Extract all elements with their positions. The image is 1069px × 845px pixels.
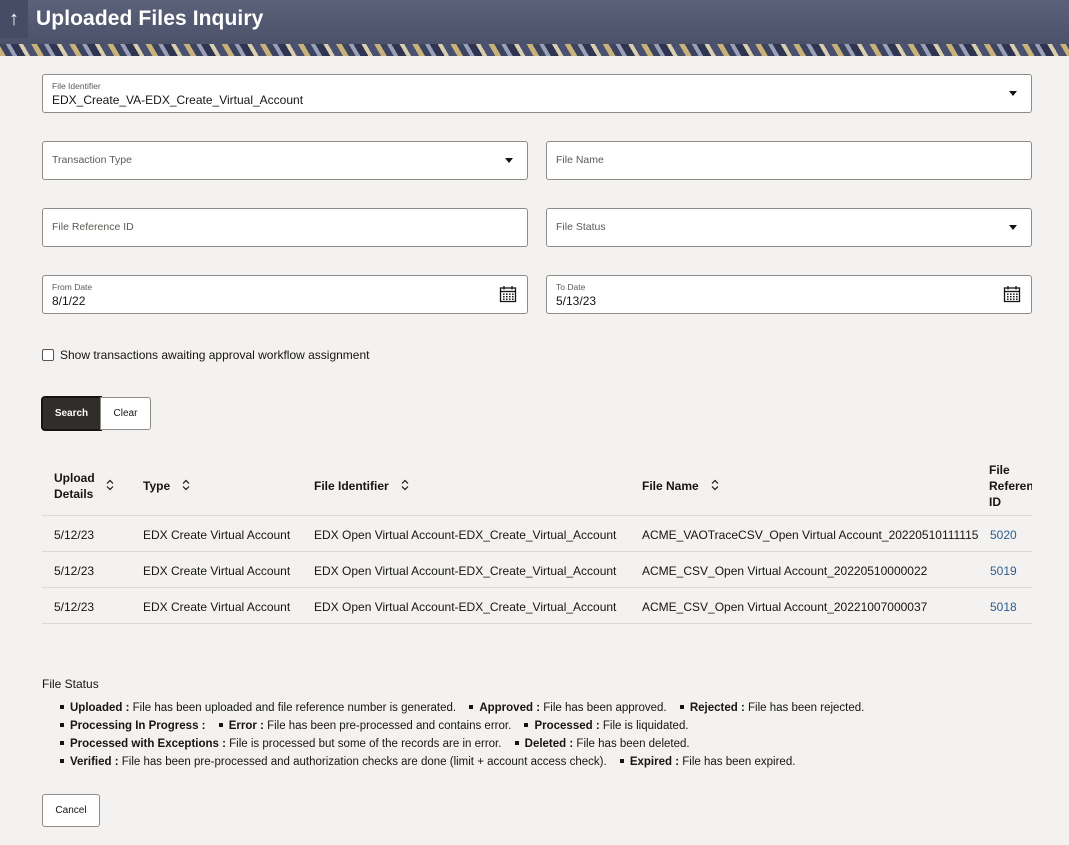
legend-term: Deleted : [524,738,574,750]
upload-details-header-line2: Details [54,487,94,501]
upload-details-header-line1: Upload [54,471,95,485]
row-divider [42,623,1032,624]
row-1-identifier: EDX Open Virtual Account-EDX_Create_Virt… [314,528,617,542]
legend-term: Error : [228,720,264,732]
legend-item: Error : File has been pre-processed and … [218,720,512,732]
from-date-value: 8/1/22 [52,294,86,308]
file-identifier-label: File Identifier [52,81,101,91]
column-header-file-reference-id[interactable]: File Referen ID [989,462,1032,510]
legend-item: Approved : File has been approved. [469,702,667,714]
legend-desc: File has been pre-processed and contains… [267,720,512,732]
approval-workflow-checkbox[interactable] [42,349,54,361]
file-ref-header-line3: ID [989,495,1001,509]
legend-item: Processing In Progress : [60,720,209,732]
file-status-legend-title: File Status [42,677,99,691]
from-date-label: From Date [52,282,93,292]
file-identifier-value: EDX_Create_VA-EDX_Create_Virtual_Account [52,93,304,107]
legend-item: Verified : File has been pre-processed a… [60,756,607,768]
chevron-down-icon[interactable] [1009,91,1017,96]
chevron-down-icon[interactable] [505,158,513,163]
row-3-file-reference-link[interactable]: 5018 [990,600,1017,614]
legend-term: Rejected : [689,702,745,714]
legend-desc: File has been rejected. [748,702,865,714]
file-identifier-select[interactable]: File Identifier EDX_Create_VA-EDX_Create… [42,74,1032,113]
column-header-file-name[interactable]: File Name [642,478,699,494]
legend-term: Processing In Progress : [70,720,206,732]
file-status-select[interactable]: File Status [546,208,1032,247]
legend-desc: File has been approved. [543,702,667,714]
row-1-file-reference-link[interactable]: 5020 [990,528,1017,542]
from-date-input[interactable]: From Date 8/1/22 [42,275,528,314]
file-status-legend: Uploaded : File has been uploaded and fi… [60,699,874,771]
file-reference-id-input[interactable]: File Reference ID [42,208,528,247]
header-decorative-pattern [0,44,1069,56]
approval-workflow-checkbox-row[interactable]: Show transactions awaiting approval work… [42,348,370,362]
file-name-input[interactable]: File Name [546,141,1032,180]
sort-icon[interactable] [400,479,410,491]
search-button[interactable]: Search [42,397,101,430]
arrow-up-icon[interactable]: ↑ [0,0,28,38]
row-divider [42,587,1032,588]
chevron-down-icon[interactable] [1009,225,1017,230]
calendar-icon[interactable] [1003,285,1021,303]
header-divider [42,515,1032,516]
to-date-value: 5/13/23 [556,294,597,308]
cancel-button[interactable]: Cancel [42,794,100,827]
sort-icon[interactable] [181,479,191,491]
row-1-date: 5/12/23 [54,528,95,542]
row-2-file-name: ACME_CSV_Open Virtual Account_2022051000… [642,564,928,578]
row-divider [42,551,1032,552]
file-ref-header-line2: Referen [989,479,1032,493]
legend-term: Processed : [534,720,600,732]
column-header-upload-details[interactable]: Upload Details [54,470,95,502]
sort-icon[interactable] [105,479,115,491]
file-name-placeholder: File Name [556,154,604,166]
legend-item: Processed : File is liquidated. [524,720,689,732]
calendar-icon[interactable] [499,285,517,303]
transaction-type-select[interactable]: Transaction Type [42,141,528,180]
legend-item: Processed with Exceptions : File is proc… [60,738,501,750]
row-3-date: 5/12/23 [54,600,95,614]
legend-term: Processed with Exceptions : [70,738,226,750]
approval-workflow-checkbox-label[interactable]: Show transactions awaiting approval work… [60,348,370,362]
legend-desc: File has been uploaded and file referenc… [132,702,457,714]
page-title: Uploaded Files Inquiry [36,7,264,30]
legend-desc: File has been expired. [682,756,796,768]
legend-desc: File is liquidated. [602,720,689,732]
to-date-input[interactable]: To Date 5/13/23 [546,275,1032,314]
legend-term: Approved : [479,702,541,714]
clear-button[interactable]: Clear [100,397,151,430]
legend-desc: File is processed but some of the record… [229,738,502,750]
file-status-placeholder: File Status [556,221,606,233]
legend-term: Verified : [70,756,119,768]
transaction-type-placeholder: Transaction Type [52,154,132,166]
row-2-file-reference-link[interactable]: 5019 [990,564,1017,578]
row-2-type: EDX Create Virtual Account [143,564,291,578]
sort-icon[interactable] [710,479,720,491]
row-1-type: EDX Create Virtual Account [143,528,291,542]
legend-desc: File has been deleted. [576,738,690,750]
file-reference-id-placeholder: File Reference ID [52,221,134,233]
page-header: ↑ Uploaded Files Inquiry [0,0,1069,56]
column-header-file-identifier[interactable]: File Identifier [314,478,389,494]
row-3-file-name: ACME_CSV_Open Virtual Account_2022100700… [642,600,928,614]
row-3-identifier: EDX Open Virtual Account-EDX_Create_Virt… [314,600,617,614]
file-ref-header-line1: File [989,463,1010,477]
row-3-type: EDX Create Virtual Account [143,600,291,614]
legend-item: Uploaded : File has been uploaded and fi… [60,702,456,714]
legend-item: Expired : File has been expired. [619,756,796,768]
uploaded-files-table: Upload Details Type File Identifier File… [42,458,1032,626]
row-2-identifier: EDX Open Virtual Account-EDX_Create_Virt… [314,564,617,578]
legend-term: Expired : [629,756,680,768]
to-date-label: To Date [556,282,586,292]
legend-item: Rejected : File has been rejected. [679,702,865,714]
row-1-file-name: ACME_VAOTraceCSV_Open Virtual Account_20… [642,528,979,542]
legend-desc: File has been pre-processed and authoriz… [121,756,607,768]
legend-item: Deleted : File has been deleted. [514,738,690,750]
legend-term: Uploaded : [70,702,130,714]
column-header-type[interactable]: Type [143,478,170,494]
row-2-date: 5/12/23 [54,564,95,578]
